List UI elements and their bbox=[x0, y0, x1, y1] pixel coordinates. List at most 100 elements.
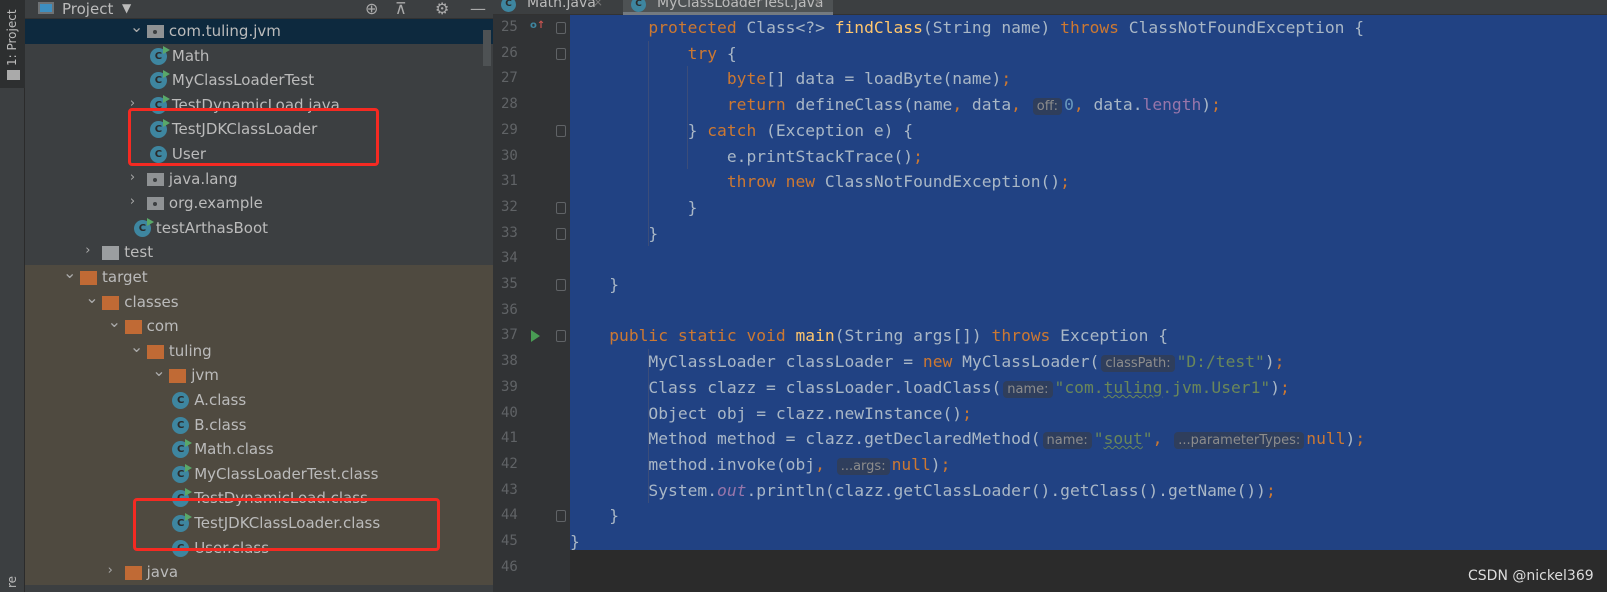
class-run-icon: C bbox=[172, 439, 193, 459]
tree-item[interactable]: C A.class bbox=[25, 388, 493, 413]
tree-item[interactable]: › java bbox=[25, 560, 493, 585]
code-token: (Exception e) { bbox=[756, 120, 914, 140]
tree-item-label: org.example bbox=[168, 194, 263, 213]
tree-item[interactable]: CtestArthasBoot bbox=[25, 216, 493, 241]
code-token: ; bbox=[940, 454, 951, 474]
structure-tool-label[interactable]: re bbox=[5, 566, 20, 588]
tree-item[interactable]: C Math bbox=[25, 44, 493, 69]
tree-item[interactable]: ⌄ classes bbox=[25, 288, 493, 315]
package-icon bbox=[146, 172, 164, 186]
chevron-right-icon[interactable]: › bbox=[108, 563, 122, 578]
code-line: return defineClass(name, data, off: 0, da… bbox=[570, 92, 1221, 118]
code-token: } bbox=[570, 506, 620, 526]
code-line: try { bbox=[570, 41, 737, 67]
fold-icon[interactable] bbox=[556, 510, 566, 523]
code-editor[interactable]: protected Class<?> findClass(String name… bbox=[570, 15, 1607, 592]
excluded-folder-icon bbox=[169, 369, 187, 384]
code-line: public static void main(String args[]) t… bbox=[570, 323, 1168, 349]
chevron-down-icon[interactable]: ⌄ bbox=[108, 312, 122, 331]
locate-icon[interactable]: ⊕ bbox=[365, 0, 378, 18]
tool-window-strip: 1: Project re bbox=[0, 0, 25, 592]
collapse-all-icon[interactable]: ⊼ bbox=[395, 0, 407, 18]
tree-item[interactable]: ⌄ com bbox=[25, 312, 493, 339]
code-token: { bbox=[717, 43, 737, 63]
minimize-icon[interactable]: — bbox=[470, 0, 486, 18]
fold-icon[interactable] bbox=[556, 330, 566, 343]
folder-icon bbox=[102, 246, 120, 261]
tree-item[interactable]: ⌄ com.tuling.jvm bbox=[25, 17, 493, 44]
code-line: Method method = clazz.getDeclaredMethod(… bbox=[570, 426, 1365, 452]
excluded-folder-icon bbox=[102, 295, 120, 310]
code-token: tuling bbox=[1103, 377, 1163, 397]
package-icon bbox=[146, 25, 164, 38]
code-token: ClassNotFoundException { bbox=[1118, 18, 1365, 37]
code-token: null bbox=[1306, 429, 1346, 449]
code-token: , bbox=[1073, 95, 1084, 115]
tree-item[interactable]: › java.lang bbox=[25, 167, 493, 192]
fold-icon[interactable] bbox=[556, 227, 566, 240]
tree-item[interactable]: C Math.class bbox=[25, 437, 493, 462]
chevron-right-icon[interactable]: › bbox=[130, 194, 144, 209]
chevron-down-icon[interactable]: ⌄ bbox=[130, 17, 144, 36]
tree-item[interactable]: › org.example bbox=[25, 191, 493, 216]
code-token: ClassNotFoundException() bbox=[815, 172, 1061, 192]
fold-icon[interactable] bbox=[556, 22, 566, 34]
code-line: } bbox=[570, 529, 580, 555]
tree-item[interactable]: C MyClassLoaderTest.class bbox=[25, 461, 493, 487]
parameter-hint: ...parameterTypes: bbox=[1174, 432, 1305, 450]
code-token: ; bbox=[962, 403, 972, 423]
tree-item[interactable]: C MyClassLoaderTest bbox=[25, 68, 493, 93]
editor-tab[interactable]: C MyClassLoaderTest.java × bbox=[623, 0, 833, 15]
run-icon[interactable] bbox=[531, 330, 540, 343]
chevron-right-icon[interactable]: › bbox=[130, 170, 144, 185]
tree-item[interactable]: › test bbox=[25, 240, 493, 265]
code-token: findClass bbox=[834, 18, 923, 37]
code-token: ) bbox=[930, 454, 941, 474]
java-class-icon: C bbox=[631, 0, 646, 12]
code-line: e.printStackTrace(); bbox=[570, 144, 923, 170]
run-badge-icon bbox=[162, 94, 170, 103]
fold-icon[interactable] bbox=[556, 124, 566, 137]
excluded-folder-icon bbox=[124, 566, 142, 581]
tree-item-label: MyClassLoaderTest bbox=[171, 71, 315, 90]
watermark: CSDN @nickel369 bbox=[1468, 568, 1594, 584]
close-icon[interactable]: × bbox=[593, 0, 603, 9]
line-number: 25 bbox=[501, 19, 518, 35]
tree-item-label: classes bbox=[124, 292, 179, 311]
fold-icon[interactable] bbox=[556, 47, 566, 60]
tree-item[interactable]: ⌄ jvm bbox=[25, 361, 493, 388]
code-token: [] data = loadByte(name) bbox=[766, 69, 1002, 89]
parameter-hint: name: bbox=[1003, 380, 1053, 398]
code-token: (String args[]) bbox=[834, 326, 992, 346]
tree-item[interactable]: ⌄ target bbox=[25, 263, 493, 290]
chevron-down-icon[interactable]: ▼ bbox=[122, 1, 131, 15]
chevron-right-icon[interactable]: › bbox=[85, 243, 99, 258]
line-number: 41 bbox=[501, 430, 518, 447]
fold-icon[interactable] bbox=[556, 279, 566, 291]
chevron-down-icon[interactable]: ⌄ bbox=[152, 361, 166, 380]
code-token: protected bbox=[648, 18, 737, 37]
tree-item-label: com.tuling.jvm bbox=[168, 22, 281, 40]
tree-item-label: Math.class bbox=[194, 440, 274, 459]
line-number: 45 bbox=[501, 533, 518, 549]
tree-item[interactable]: C B.class bbox=[25, 412, 493, 438]
project-tool-label: 1: Project bbox=[5, 9, 19, 66]
code-line: Class clazz = classLoader.loadClass(name… bbox=[570, 375, 1290, 401]
chevron-down-icon[interactable]: ⌄ bbox=[63, 263, 77, 282]
gear-icon[interactable]: ⚙ bbox=[435, 0, 449, 18]
chevron-down-icon[interactable]: ⌄ bbox=[85, 288, 99, 307]
chevron-down-icon[interactable]: ⌄ bbox=[130, 337, 144, 356]
fold-icon[interactable] bbox=[556, 201, 566, 214]
overrides-method-icon[interactable]: o↑ bbox=[530, 20, 545, 31]
close-icon[interactable]: × bbox=[813, 0, 823, 9]
code-token: null bbox=[891, 454, 931, 474]
editor-tab[interactable]: C Math.java × bbox=[493, 0, 613, 15]
tree-scrollbar[interactable] bbox=[483, 30, 491, 66]
project-view-selector[interactable]: Project bbox=[62, 0, 113, 18]
parameter-hint: off: bbox=[1032, 98, 1063, 116]
tree-item[interactable]: ⌄ tuling bbox=[25, 337, 493, 364]
run-badge-icon bbox=[185, 488, 193, 497]
tree-item-label: target bbox=[102, 268, 148, 286]
project-tool-button[interactable]: 1: Project bbox=[0, 0, 25, 88]
